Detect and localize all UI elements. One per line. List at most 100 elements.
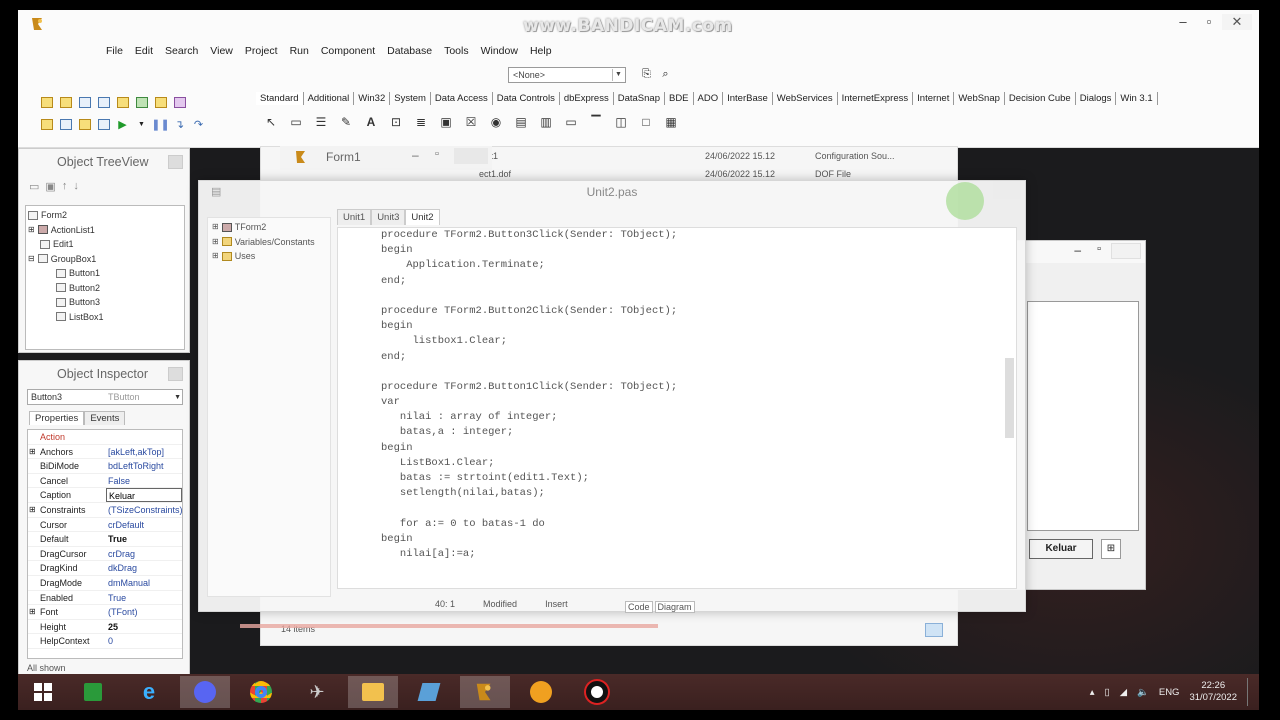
- palette-tab-data-access[interactable]: Data Access: [431, 92, 493, 105]
- palette-tab-dbexpress[interactable]: dbExpress: [560, 92, 614, 105]
- palette-tab-ado[interactable]: ADO: [694, 92, 724, 105]
- taskbar-ie[interactable]: e: [124, 676, 174, 708]
- vertical-scrollbar[interactable]: [1005, 358, 1014, 438]
- tab-events[interactable]: Events: [84, 411, 126, 425]
- tree-node-form2[interactable]: Form2: [28, 208, 182, 223]
- property-row[interactable]: Height 25: [28, 620, 182, 635]
- property-row[interactable]: DragKind dkDrag: [28, 561, 182, 576]
- tab-code[interactable]: Code: [625, 601, 653, 613]
- property-row[interactable]: BiDiMode bdLeftToRight: [28, 459, 182, 474]
- taskbar-store[interactable]: [68, 676, 118, 708]
- close-icon[interactable]: [168, 155, 183, 169]
- run-icon[interactable]: ▶: [114, 116, 131, 133]
- button-icon[interactable]: ▣: [437, 113, 455, 131]
- frames-icon[interactable]: ▭: [287, 113, 305, 131]
- taskbar-delphi[interactable]: [460, 676, 510, 708]
- inspector-object-select[interactable]: Button3 TButton ▼: [27, 389, 183, 405]
- battery-icon[interactable]: ▯: [1104, 687, 1109, 698]
- desktop-layout-combo[interactable]: <None> ▼: [508, 67, 626, 83]
- resize-grip-icon[interactable]: ⊞: [1101, 539, 1121, 559]
- taskbar-file-explorer[interactable]: [348, 676, 398, 708]
- open-icon[interactable]: [57, 94, 74, 111]
- palette-tab-system[interactable]: System: [390, 92, 431, 105]
- code-explorer-node[interactable]: ⊞ Uses: [208, 249, 330, 264]
- code-explorer-node[interactable]: ⊞ Variables/Constants: [208, 235, 330, 250]
- tab-unit3[interactable]: Unit3: [371, 209, 406, 225]
- details-view-icon[interactable]: [925, 623, 943, 637]
- tab-properties[interactable]: Properties: [29, 411, 85, 425]
- code-explorer-node[interactable]: ⊞ TForm2: [208, 220, 330, 235]
- palette-tab-webservices[interactable]: WebServices: [773, 92, 838, 105]
- taskbar-app[interactable]: ✈: [292, 676, 342, 708]
- minimize-icon[interactable]: –: [1074, 243, 1081, 257]
- menu-edit[interactable]: Edit: [129, 42, 159, 60]
- taskbar-bandicam[interactable]: [572, 676, 622, 708]
- delete-item-icon[interactable]: ▣: [45, 180, 55, 193]
- view-unit-icon[interactable]: [38, 116, 55, 133]
- scrollbar-icon[interactable]: ▭: [562, 113, 580, 131]
- move-up-icon[interactable]: ↑: [62, 180, 68, 192]
- close-icon[interactable]: [1111, 243, 1141, 259]
- trace-into-icon[interactable]: ↴: [171, 116, 188, 133]
- view-form-icon[interactable]: [57, 116, 74, 133]
- listbox1[interactable]: [1027, 301, 1139, 531]
- maximize-icon[interactable]: ▫: [435, 148, 439, 160]
- start-button[interactable]: [18, 676, 68, 708]
- palette-tab-dialogs[interactable]: Dialogs: [1076, 92, 1117, 105]
- clock[interactable]: 22:26 31/07/2022: [1189, 680, 1237, 704]
- taskbar-app[interactable]: [516, 676, 566, 708]
- palette-tab-data-controls[interactable]: Data Controls: [493, 92, 560, 105]
- palette-tab-win32[interactable]: Win32: [354, 92, 391, 105]
- tab-unit1[interactable]: Unit1: [337, 209, 372, 225]
- menu-tools[interactable]: Tools: [438, 42, 475, 60]
- palette-tab-decision-cube[interactable]: Decision Cube: [1005, 92, 1076, 105]
- open-project-icon[interactable]: [114, 94, 131, 111]
- palette-tab-bde[interactable]: BDE: [665, 92, 694, 105]
- new-icon[interactable]: [38, 94, 55, 111]
- menu-component[interactable]: Component: [315, 42, 381, 60]
- keluar-button[interactable]: Keluar: [1029, 539, 1093, 559]
- radiogroup-icon[interactable]: ◫: [612, 113, 630, 131]
- chevron-down-icon[interactable]: ▼: [174, 391, 181, 405]
- file-row[interactable]: ect1.dof: [479, 169, 511, 179]
- save-all-icon[interactable]: [95, 94, 112, 111]
- taskbar-chrome[interactable]: [236, 676, 286, 708]
- move-down-icon[interactable]: ↓: [73, 180, 79, 192]
- property-row[interactable]: Action: [28, 430, 182, 445]
- close-icon[interactable]: ✕: [1222, 14, 1252, 30]
- property-row[interactable]: Cancel False: [28, 474, 182, 489]
- close-icon[interactable]: [454, 148, 488, 164]
- menu-view[interactable]: View: [204, 42, 239, 60]
- palette-tab-standard[interactable]: Standard: [256, 92, 304, 105]
- run-dropdown-icon[interactable]: ▼: [133, 116, 150, 133]
- close-icon[interactable]: [168, 367, 183, 381]
- palette-tab-datasnap[interactable]: DataSnap: [614, 92, 665, 105]
- language-indicator[interactable]: ENG: [1159, 687, 1180, 698]
- menu-project[interactable]: Project: [239, 42, 284, 60]
- chevron-down-icon[interactable]: ▼: [612, 69, 624, 81]
- listbox-icon[interactable]: ▤: [512, 113, 530, 131]
- help-icon[interactable]: [171, 94, 188, 111]
- property-row[interactable]: Enabled True: [28, 591, 182, 606]
- save-desktop-icon[interactable]: ⎘: [638, 66, 655, 83]
- property-row[interactable]: Anchors[akLeft,akTop]: [28, 445, 182, 460]
- minimize-icon[interactable]: –: [1170, 14, 1196, 29]
- palette-tab-win31[interactable]: Win 3.1: [1116, 92, 1158, 105]
- chevron-up-icon[interactable]: ▴: [1090, 687, 1095, 698]
- tree-node-groupbox1[interactable]: ⊟ GroupBox1: [28, 252, 182, 267]
- property-row-caption[interactable]: Caption Keluar: [28, 488, 182, 503]
- menu-run[interactable]: Run: [284, 42, 315, 60]
- palette-tab-interbase[interactable]: InterBase: [723, 92, 773, 105]
- tree-node-listbox1[interactable]: ListBox1: [28, 310, 182, 325]
- property-row[interactable]: HelpContext 0: [28, 634, 182, 649]
- menu-search[interactable]: Search: [159, 42, 204, 60]
- tab-diagram[interactable]: Diagram: [654, 601, 695, 613]
- menu-file[interactable]: File: [100, 42, 129, 60]
- palette-tab-websnap[interactable]: WebSnap: [954, 92, 1005, 105]
- checkbox-icon[interactable]: ☒: [462, 113, 480, 131]
- combobox-icon[interactable]: ▥: [537, 113, 555, 131]
- palette-tab-internet[interactable]: Internet: [913, 92, 955, 105]
- actionlist-icon[interactable]: ▦: [662, 113, 680, 131]
- tree-node-edit1[interactable]: Edit1: [28, 237, 182, 252]
- new-item-icon[interactable]: ▭: [29, 180, 39, 193]
